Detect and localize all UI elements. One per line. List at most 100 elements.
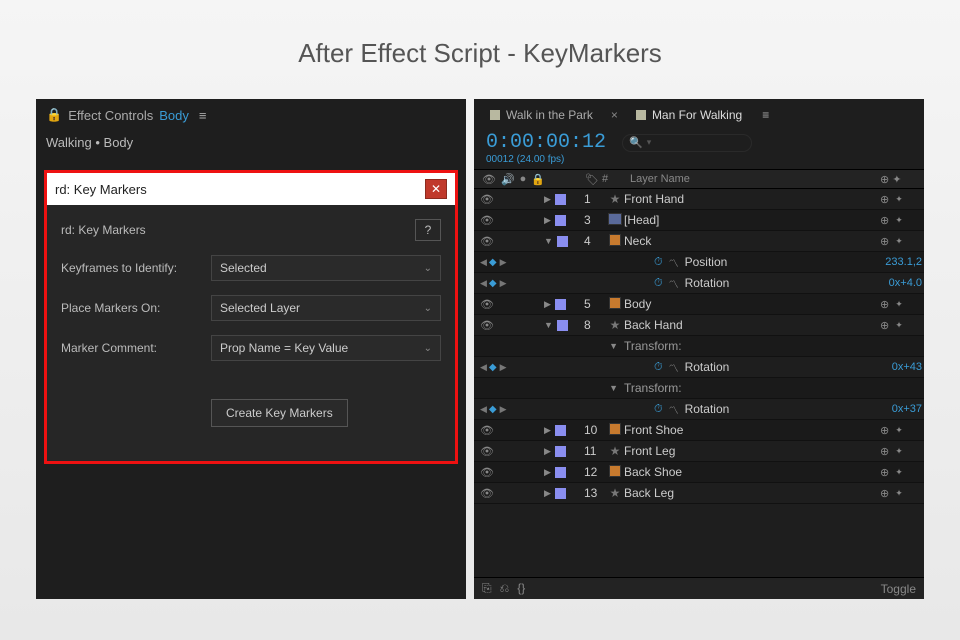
graph-icon[interactable]: 〽 [669,255,679,270]
layer-name[interactable]: Front Shoe [624,423,880,437]
group-name[interactable]: Transform: [624,381,924,395]
prev-keyframe-icon[interactable]: ◀ [480,362,486,373]
tab-man-for-walking[interactable]: Man For Walking [630,105,748,125]
twirl-icon[interactable]: ▼ [544,320,553,330]
shy-icon[interactable]: ⊕ [880,424,889,437]
layer-row[interactable]: 👁▼4Neck⊕✦ [474,231,924,252]
property-value[interactable]: 233.1,2 [885,256,922,268]
layer-name[interactable]: Back Leg [624,486,880,500]
group-row[interactable]: ▼ Transform: [474,378,924,399]
property-value[interactable]: 0x+4.0 [889,277,922,289]
keyframe-diamond-icon[interactable]: ◆ [489,362,497,373]
twirl-icon[interactable]: ▶ [544,488,551,499]
property-name[interactable]: Rotation [685,276,730,290]
twirl-icon[interactable]: ▼ [609,383,618,393]
next-keyframe-icon[interactable]: ▶ [500,257,506,268]
graph-icon[interactable]: 〽 [669,402,679,417]
label-color[interactable] [555,194,566,205]
shy-icon[interactable]: ⊕ [880,214,889,227]
keyframe-diamond-icon[interactable]: ◆ [489,278,497,289]
label-color[interactable] [555,446,566,457]
collapse-icon[interactable]: ✦ [895,320,903,331]
collapse-icon[interactable]: ✦ [895,446,903,457]
panel-menu-icon[interactable]: ≡ [199,108,207,123]
label-color[interactable] [557,320,568,331]
layer-row[interactable]: 👁▶1★Front Hand⊕✦ [474,189,924,210]
shy-icon[interactable]: ⊕ [880,193,889,206]
toggle-switches-icon[interactable]: ⎘ [482,581,492,596]
group-name[interactable]: Transform: [624,339,924,353]
eye-icon[interactable]: 👁 [480,466,494,479]
prev-keyframe-icon[interactable]: ◀ [480,278,486,289]
shy-icon[interactable]: ⊕ [880,235,889,248]
solo-icon[interactable]: ● [520,173,527,185]
keyframe-diamond-icon[interactable]: ◆ [489,257,497,268]
label-color[interactable] [557,236,568,247]
shy-icon[interactable]: ⊕ [880,298,889,311]
layer-row[interactable]: 👁▶5Body⊕✦ [474,294,924,315]
stopwatch-icon[interactable]: ⏱ [654,403,663,416]
label-column-icon[interactable]: 🏷 [582,173,602,186]
eye-icon[interactable]: 👁 [480,214,494,227]
layer-name[interactable]: Back Shoe [624,465,880,479]
stopwatch-icon[interactable]: ⏱ [654,256,663,269]
eye-icon[interactable]: 👁 [480,424,494,437]
close-icon[interactable]: ✕ [425,179,447,199]
timecode[interactable]: 0:00:00:12 [486,131,606,154]
tab-close-icon[interactable]: × [611,108,618,122]
property-row[interactable]: ◀ ◆ ▶⏱〽Rotation0x+43 [474,357,924,378]
group-row[interactable]: ▼ Transform: [474,336,924,357]
keyframes-dropdown[interactable]: Selected ⌄ [211,255,441,281]
toggle-label[interactable]: Toggle [881,582,916,596]
next-keyframe-icon[interactable]: ▶ [500,278,506,289]
tab-walk-in-the-park[interactable]: Walk in the Park [484,105,599,125]
layer-name[interactable]: [Head] [624,213,880,227]
collapse-icon[interactable]: ✦ [895,299,903,310]
property-row[interactable]: ◀ ◆ ▶⏱〽Rotation0x+4.0 [474,273,924,294]
label-color[interactable] [555,488,566,499]
property-name[interactable]: Position [685,255,728,269]
layer-row[interactable]: 👁▼8★Back Hand⊕✦ [474,315,924,336]
property-value[interactable]: 0x+37 [892,403,922,415]
eye-icon[interactable]: 👁 [480,319,494,332]
twirl-icon[interactable]: ▼ [544,236,553,246]
layername-column[interactable]: Layer Name [622,173,880,185]
layer-name[interactable]: Front Hand [624,192,880,206]
collapse-icon[interactable]: ✦ [895,467,903,478]
property-row[interactable]: ◀ ◆ ▶ ⏱ 〽 Position 233.1,2 [474,252,924,273]
label-color[interactable] [555,299,566,310]
prev-keyframe-icon[interactable]: ◀ [480,404,486,415]
property-name[interactable]: Rotation [685,402,730,416]
collapse-icon[interactable]: ✦ [895,215,903,226]
layer-name[interactable]: Front Leg [624,444,880,458]
label-color[interactable] [555,215,566,226]
property-row[interactable]: ◀ ◆ ▶ ⏱ 〽 Rotation 0x+37 [474,399,924,420]
shy-icon[interactable]: ⊕ [880,319,889,332]
graph-icon[interactable]: 〽 [669,360,679,375]
twirl-icon[interactable]: ▶ [544,467,551,478]
next-keyframe-icon[interactable]: ▶ [500,362,506,373]
collapse-icon[interactable]: ✦ [895,236,903,247]
next-keyframe-icon[interactable]: ▶ [500,404,506,415]
eye-icon[interactable]: 👁 [480,235,494,248]
collapse-icon[interactable]: ✦ [895,194,903,205]
panel-menu-icon[interactable]: ≡ [762,108,769,122]
property-value[interactable]: 0x+43 [892,361,922,373]
layer-row[interactable]: 👁▶11★Front Leg⊕✦ [474,441,924,462]
timeline-search[interactable]: 🔍 ▾ [622,134,752,152]
keyframe-diamond-icon[interactable]: ◆ [489,404,497,415]
label-color[interactable] [555,467,566,478]
stopwatch-icon[interactable]: ⏱ [654,361,663,374]
stopwatch-icon[interactable]: ⏱ [654,277,663,290]
shy-icon[interactable]: ⊕ [880,466,889,479]
twirl-icon[interactable]: ▶ [544,299,551,310]
lock-icon[interactable]: 🔒 [531,173,545,186]
comment-dropdown[interactable]: Prop Name = Key Value ⌄ [211,335,441,361]
twirl-icon[interactable]: ▼ [609,341,618,351]
prev-keyframe-icon[interactable]: ◀ [480,257,486,268]
layer-link[interactable]: Body [159,108,189,123]
layer-name[interactable]: Back Hand [624,318,880,332]
eye-icon[interactable]: 👁 [480,298,494,311]
twirl-icon[interactable]: ▶ [544,194,551,205]
shy-icon[interactable]: ⊕ [880,174,889,186]
